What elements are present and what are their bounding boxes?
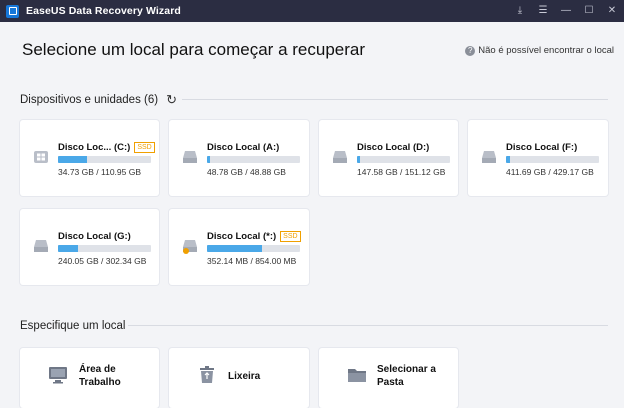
drive-card-g[interactable]: Disco Local (G:) 240.05 GB / 302.34 GB [20,209,159,285]
window-controls: ⤓ ☰ — ☐ ✕ [514,0,618,22]
location-desktop[interactable]: Área de Trabalho [20,348,159,408]
location-label: Selecionar a Pasta [377,364,436,388]
drive-icon [482,151,496,163]
close-icon[interactable]: ✕ [606,0,618,22]
drive-name: Disco Local (D:) [357,142,430,153]
section-divider [182,99,608,100]
locations-section-label: Especifique um local [20,320,126,332]
drive-card-f[interactable]: Disco Local (F:) 411.69 GB / 429.17 GB [468,120,608,196]
windows-drive-icon [34,151,48,163]
location-select-folder[interactable]: Selecionar a Pasta [319,348,458,408]
usage-bar [207,156,300,163]
drive-name: Disco Local (A:) [207,142,280,153]
location-label: Lixeira [228,371,261,382]
drive-icon [183,151,197,163]
drive-card-c[interactable]: Disco Loc... (C:) SSD 34.73 GB / 110.95 G… [20,120,159,196]
drive-size: 240.05 GB / 302.34 GB [58,256,147,266]
location-recycle-bin[interactable]: Lixeira [169,348,309,408]
help-link-label: Não é possível encontrar o local [478,45,614,56]
drive-size: 352.14 MB / 854.00 MB [207,256,297,266]
recycle-bin-icon [200,366,214,383]
folder-icon [348,369,366,382]
menu-icon[interactable]: ☰ [537,0,549,22]
drive-name: Disco Local (G:) [58,231,131,242]
usage-bar-fill [207,245,262,252]
usage-bar [207,245,300,252]
usage-bar-fill [58,156,87,163]
desktop-icon [49,367,67,384]
drive-card-d[interactable]: Disco Local (D:) 147.58 GB / 151.12 GB [319,120,458,196]
usage-bar [506,156,599,163]
usage-bar-fill [506,156,510,163]
locations-section-header: Especifique um local [20,320,125,332]
ssd-badge: SSD [134,142,155,153]
drive-name: Disco Loc... (C:) SSD [58,142,155,153]
refresh-icon[interactable]: ↻ [166,92,177,108]
question-icon: ? [465,45,476,56]
drive-card-star[interactable]: Disco Local (*:) SSD 352.14 MB / 854.00 M… [169,209,309,285]
usage-bar-fill [58,245,78,252]
usage-bar [357,156,450,163]
ssd-badge: SSD [280,231,301,242]
download-icon[interactable]: ⤓ [514,0,526,22]
usage-bar [58,156,151,163]
maximize-icon[interactable]: ☐ [583,0,595,22]
drive-size: 147.58 GB / 151.12 GB [357,167,446,177]
title-bar: EaseUS Data Recovery Wizard ⤓ ☰ — ☐ ✕ [0,0,624,22]
app-title: EaseUS Data Recovery Wizard [26,5,181,17]
usage-bar-fill [207,156,210,163]
page-title: Selecione um local para começar a recupe… [22,40,366,59]
drive-warning-icon [183,240,197,254]
drive-card-a[interactable]: Disco Local (A:) 48.78 GB / 48.88 GB [169,120,309,196]
devices-section-label: Dispositivos e unidades (6) [20,94,159,106]
help-link[interactable]: ? Não é possível encontrar o local [465,45,614,56]
drive-size: 34.73 GB / 110.95 GB [58,167,142,177]
drive-size: 48.78 GB / 48.88 GB [207,167,286,177]
location-label: Área de Trabalho [79,364,121,388]
drive-icon [34,240,48,252]
drive-name: Disco Local (*:) SSD [207,231,301,242]
minimize-icon[interactable]: — [560,0,572,22]
devices-section-header: Dispositivos e unidades (6) ↻ [20,92,177,108]
section-divider [128,325,608,326]
app-logo-icon [6,4,19,18]
drive-size: 411.69 GB / 429.17 GB [506,167,594,177]
drive-icon [333,151,347,163]
drive-name: Disco Local (F:) [506,142,578,153]
usage-bar [58,245,151,252]
usage-bar-fill [357,156,360,163]
